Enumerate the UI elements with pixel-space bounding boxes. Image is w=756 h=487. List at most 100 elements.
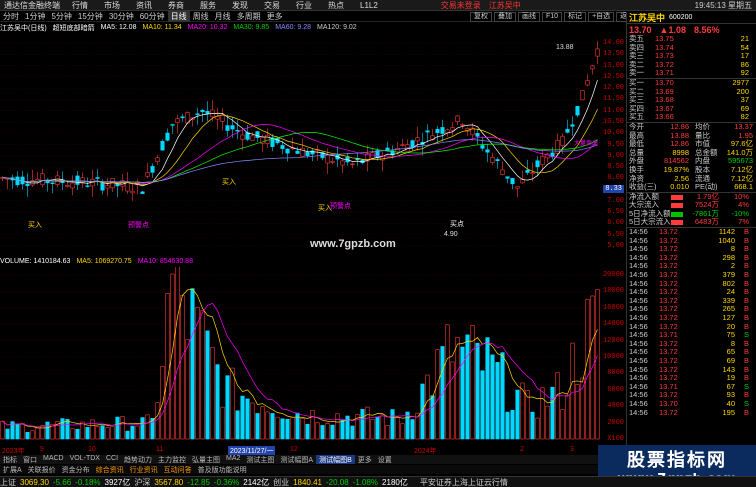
volume-bar — [330, 424, 335, 440]
period-tab[interactable]: 30分钟 — [106, 11, 137, 22]
tool-button[interactable]: +自选 — [588, 12, 615, 22]
menu-item-l1l2[interactable]: L1L2 — [352, 1, 386, 10]
period-tab[interactable]: 周线 — [190, 11, 212, 22]
candle-body — [280, 145, 285, 149]
indicator-tab[interactable]: 趋势动力 — [121, 455, 155, 464]
volume-bar — [245, 398, 250, 440]
indicator-tab[interactable]: MACD — [40, 455, 67, 464]
volume-axis: 20000 18000 16000 14000 12000 10000 8000 6000 40… — [600, 267, 626, 445]
menu-item-news[interactable]: 资讯 — [128, 0, 160, 11]
indicator-tab[interactable]: 主力监控 — [155, 455, 189, 464]
sub-tab[interactable]: 普及版功能说明 — [195, 465, 250, 474]
sub-tab[interactable]: 扩展A — [0, 465, 25, 474]
menu-item-broker[interactable]: 券商 — [160, 0, 192, 11]
vol-ma5-readout: MA5: 1069270.75 — [76, 258, 132, 265]
price-tick: 10.00 — [602, 129, 624, 138]
period-tab[interactable]: 1分钟 — [22, 11, 48, 22]
candle-body — [560, 135, 565, 147]
quote-stats: 今开 12.86 均价 13.37 最高 13.88 量比 1.95 最低 12.86 市值 97.6… — [627, 122, 756, 192]
candle-body — [70, 182, 75, 189]
menu-item-discover[interactable]: 发现 — [224, 0, 256, 11]
price-tick: 10.50 — [602, 117, 624, 126]
price-change: ▲1.08 — [659, 24, 686, 35]
indicator-tab[interactable]: 测试主图 — [243, 455, 277, 464]
indicator-tab[interactable]: VOL-TDX — [67, 455, 103, 464]
volume-bar — [300, 418, 305, 440]
menu-item-shichang[interactable]: 市场 — [96, 0, 128, 11]
candle-body — [265, 134, 270, 144]
period-tab[interactable]: 月线 — [212, 11, 234, 22]
index-sh-label[interactable]: 上证 — [0, 477, 20, 487]
volume-bar — [315, 422, 320, 440]
sub-tab[interactable]: 关联报价 — [25, 465, 59, 474]
candle-body — [580, 90, 585, 101]
indicator-tab-active[interactable]: 测试幅图B — [316, 455, 355, 464]
login-status[interactable]: 交易未登录 — [441, 0, 481, 11]
period-tab[interactable]: 多周期 — [234, 11, 264, 22]
index-hs-label[interactable]: 沪深 — [134, 477, 154, 487]
ma60-line — [2, 139, 598, 183]
indicator-tab-settings[interactable]: 设置 — [375, 455, 395, 464]
index-cy-label[interactable]: 创业 — [273, 477, 293, 487]
indicator-tab[interactable]: 指标 — [0, 455, 20, 464]
money-flow: 净流入额 1.79亿 10% 大宗流入 7524万 4% 5日净流入额 -7861万 -10% 5… — [627, 192, 756, 227]
period-tab-more[interactable]: 更多 — [264, 11, 286, 22]
period-tab-active[interactable]: 日线 — [167, 11, 190, 22]
sub-tab[interactable]: 综合资讯 — [93, 465, 127, 474]
volume-bar — [410, 419, 415, 440]
menu-item-market[interactable]: 行情 — [64, 0, 96, 11]
volume-chart[interactable] — [0, 267, 600, 445]
period-tab[interactable]: 15分钟 — [75, 11, 106, 22]
period-tab[interactable]: 分时 — [0, 11, 22, 22]
candle-body — [120, 180, 125, 187]
volume-bar — [425, 374, 430, 440]
candle-body — [300, 147, 305, 157]
tool-button[interactable]: 画线 — [518, 12, 540, 22]
tool-button[interactable]: 叠加 — [494, 12, 516, 22]
volume-bar — [565, 394, 570, 440]
price-tick: 14.00 — [602, 39, 624, 47]
candle-body — [595, 48, 600, 57]
index-cy-value: 1840.41 — [293, 477, 322, 487]
candle-body — [180, 116, 185, 119]
vol-bars — [0, 267, 600, 440]
candle-body — [495, 159, 500, 161]
data-source: 平安证券上海上证云行情 — [419, 477, 508, 487]
indicator-tab-more[interactable]: 更多 — [355, 455, 375, 464]
period-tab[interactable]: 60分钟 — [137, 11, 168, 22]
candle-body — [40, 173, 45, 186]
candlestick-chart[interactable]: 13.88 4.90 买入 买入 买点 预警点 预警点 买入 大量卖出 — [0, 33, 600, 255]
tool-button[interactable]: 标记 — [564, 12, 587, 22]
sub-tab[interactable]: 行业资讯 — [127, 465, 161, 474]
sub-tab[interactable]: 资金分布 — [59, 465, 93, 474]
indicator-tab[interactable]: CCI — [103, 455, 121, 464]
date-axis: 2023年 9 10 11 2023/11/27/一 12 2024年 2 3 — [0, 446, 600, 456]
menu-item-service[interactable]: 服务 — [192, 0, 224, 11]
bid-price: 13.66 — [655, 112, 674, 122]
indicator-tab[interactable]: MA2 — [223, 455, 243, 464]
ma120-readout: MA120: 9.02 — [317, 24, 357, 31]
menu-item-industry[interactable]: 行业 — [288, 0, 320, 11]
indicator-tab[interactable]: 测试幅图A — [277, 455, 316, 464]
volume-bar — [80, 421, 85, 440]
volume-bar — [465, 334, 470, 440]
candle-body — [25, 183, 30, 186]
volume-bar — [455, 336, 460, 440]
date-tick: 3 — [570, 446, 574, 453]
tick-price: 13.72 — [659, 407, 678, 417]
tool-button[interactable]: F10 — [542, 12, 563, 22]
price-tick: 11.00 — [602, 106, 624, 115]
menu-item-hotspot[interactable]: 热点 — [320, 0, 352, 11]
status-bar: 上证 3069.30 -5.66 -0.18% 3927亿 沪深 3567.80… — [0, 476, 756, 487]
volume-bar — [560, 409, 565, 440]
indicator-tab[interactable]: 弘量主图 — [189, 455, 223, 464]
volume-bar — [530, 411, 535, 440]
period-tab[interactable]: 5分钟 — [48, 11, 74, 22]
volume-bar — [480, 370, 485, 440]
indicator-tab[interactable]: 窗口 — [20, 455, 40, 464]
tool-button[interactable]: 复权 — [470, 12, 492, 22]
price-tick: 5.00 — [607, 242, 624, 250]
warn-label: 预警点 — [330, 201, 351, 210]
sub-tab[interactable]: 互动问答 — [161, 465, 195, 474]
menu-item-trade[interactable]: 交易 — [256, 0, 288, 11]
